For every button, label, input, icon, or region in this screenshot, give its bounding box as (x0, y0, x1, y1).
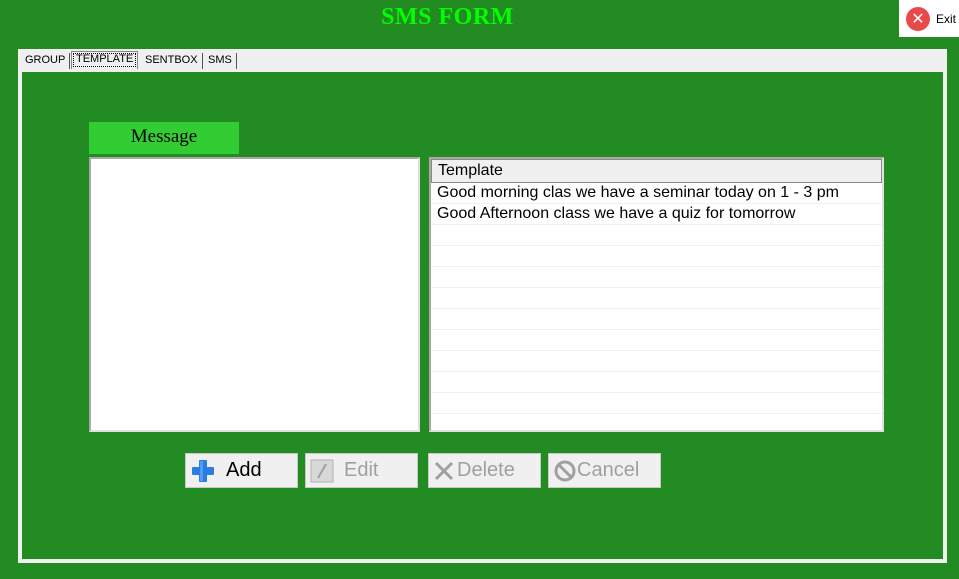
tab-strip: GROUP TEMPLATE SENTBOX SMS (18, 49, 947, 70)
edit-label: Edit (344, 459, 379, 481)
add-label: Add (226, 459, 262, 481)
message-textbox[interactable] (89, 157, 420, 432)
template-list[interactable]: Template Good morning clas we have a sem… (429, 157, 884, 432)
tab-template[interactable]: TEMPLATE (71, 51, 139, 69)
empty-row (431, 351, 882, 372)
tab-sms[interactable]: SMS (204, 53, 237, 69)
add-button[interactable]: Add (185, 453, 298, 488)
edit-icon (310, 459, 334, 483)
empty-row (431, 330, 882, 351)
tab-control: GROUP TEMPLATE SENTBOX SMS Message Templ… (18, 49, 947, 563)
empty-row (431, 393, 882, 414)
delete-label: Delete (457, 459, 515, 481)
template-tab-page: Message Template Good morning clas we ha… (22, 72, 943, 559)
cancel-label: Cancel (577, 459, 640, 481)
exit-button[interactable]: ✕ Exit (899, 0, 959, 37)
message-label: Message (89, 122, 239, 154)
empty-row (431, 246, 882, 267)
exit-label: Exit (936, 11, 957, 26)
template-row[interactable]: Good Afternoon class we have a quiz for … (431, 204, 882, 225)
empty-row (431, 267, 882, 288)
empty-row (431, 372, 882, 393)
empty-row (431, 414, 882, 430)
empty-row (431, 309, 882, 330)
tab-sentbox[interactable]: SENTBOX (141, 53, 203, 69)
empty-row (431, 225, 882, 246)
cancel-icon (553, 459, 577, 483)
delete-button[interactable]: Delete (428, 453, 541, 488)
cancel-button[interactable]: Cancel (548, 453, 661, 488)
tab-group[interactable]: GROUP (21, 53, 71, 69)
form-title: SMS FORM (381, 4, 514, 30)
empty-row (431, 288, 882, 309)
plus-icon (190, 458, 216, 484)
edit-button[interactable]: Edit (305, 453, 418, 488)
x-icon (433, 460, 455, 482)
close-icon: ✕ (906, 6, 930, 31)
template-column-header[interactable]: Template (431, 159, 882, 183)
template-row[interactable]: Good morning clas we have a seminar toda… (431, 183, 882, 204)
